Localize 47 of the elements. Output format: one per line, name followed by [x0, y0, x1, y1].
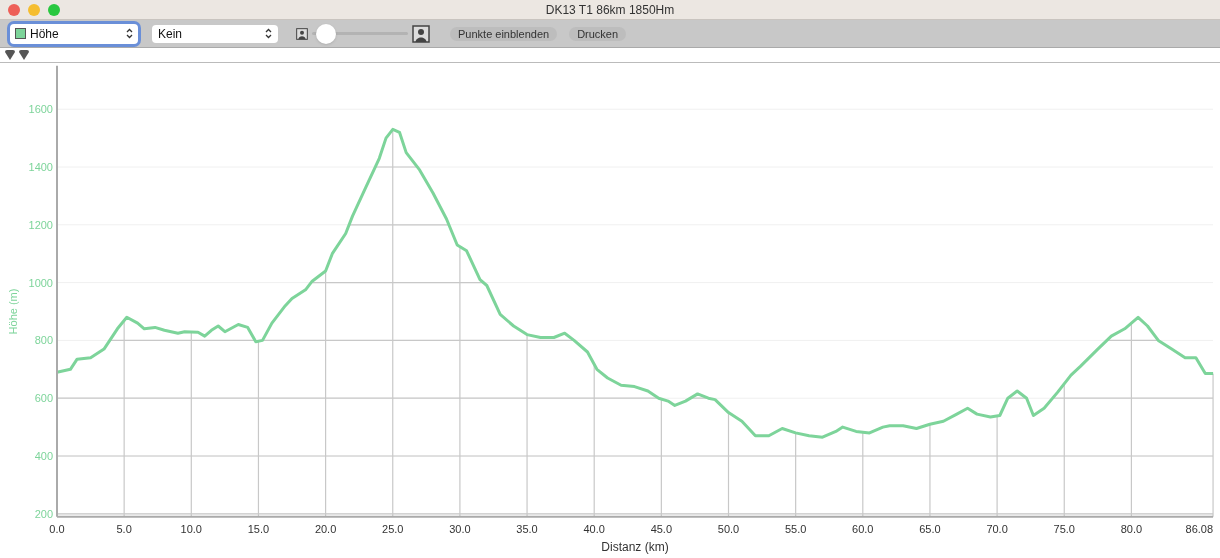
- select-value: Kein: [158, 25, 184, 43]
- y-tick-label: 1400: [28, 161, 53, 173]
- updown-icon: [126, 28, 133, 39]
- slider-thumb[interactable]: [315, 23, 336, 44]
- pin-icon: [4, 50, 16, 60]
- x-axis-label: Distanz (km): [601, 539, 669, 554]
- close-button[interactable]: [8, 3, 20, 16]
- x-tick-label: 10.0: [180, 522, 202, 535]
- updown-icon: [265, 28, 272, 39]
- zoom-slider[interactable]: [312, 23, 408, 44]
- x-tick-label: 55.0: [784, 522, 807, 535]
- y-tick-label: 1600: [28, 103, 53, 116]
- x-tick-label: 25.0: [382, 522, 404, 535]
- pin-icon: [18, 50, 30, 60]
- x-tick-label: 86.08: [1185, 522, 1214, 535]
- y-tick-label: 600: [34, 392, 53, 405]
- x-tick-label: 5.0: [116, 522, 132, 535]
- y-tick-label: 800: [34, 334, 53, 347]
- toolbar-button[interactable]: Drucken: [569, 26, 627, 41]
- overlay-select[interactable]: Kein: [152, 24, 278, 43]
- zoom-out-icon: [296, 27, 308, 40]
- x-tick-label: 65.0: [919, 522, 941, 535]
- select-value: Höhe: [30, 25, 60, 43]
- y-tick-label: 400: [34, 450, 53, 462]
- y-tick-label: 200: [34, 507, 53, 520]
- x-tick-label: 40.0: [583, 522, 605, 535]
- maximize-button[interactable]: [48, 3, 60, 16]
- y-axis-label: Höhe (m): [7, 288, 19, 335]
- data-select[interactable]: Höhe: [10, 23, 138, 44]
- x-tick-label: 45.0: [650, 522, 673, 535]
- x-tick-label: 80.0: [1120, 522, 1143, 535]
- x-tick-label: 60.0: [852, 522, 874, 535]
- window-title: DK13 T1 86km 1850Hm: [544, 1, 676, 19]
- zoom-in-icon: [412, 24, 430, 43]
- toolbar-button[interactable]: Punkte einblenden: [450, 26, 558, 41]
- color-swatch-icon: [15, 28, 26, 39]
- x-tick-label: 15.0: [247, 522, 270, 535]
- minimize-button[interactable]: [28, 3, 40, 16]
- x-tick-label: 70.0: [986, 522, 1008, 535]
- x-tick-label: 50.0: [717, 522, 740, 535]
- y-tick-label: 1000: [28, 276, 53, 289]
- x-tick-label: 0.0: [49, 522, 65, 535]
- x-tick-label: 20.0: [314, 522, 337, 535]
- x-tick-label: 75.0: [1053, 522, 1075, 535]
- x-tick-label: 30.0: [449, 522, 471, 535]
- y-tick-label: 1200: [28, 218, 53, 231]
- x-tick-label: 35.0: [516, 522, 538, 535]
